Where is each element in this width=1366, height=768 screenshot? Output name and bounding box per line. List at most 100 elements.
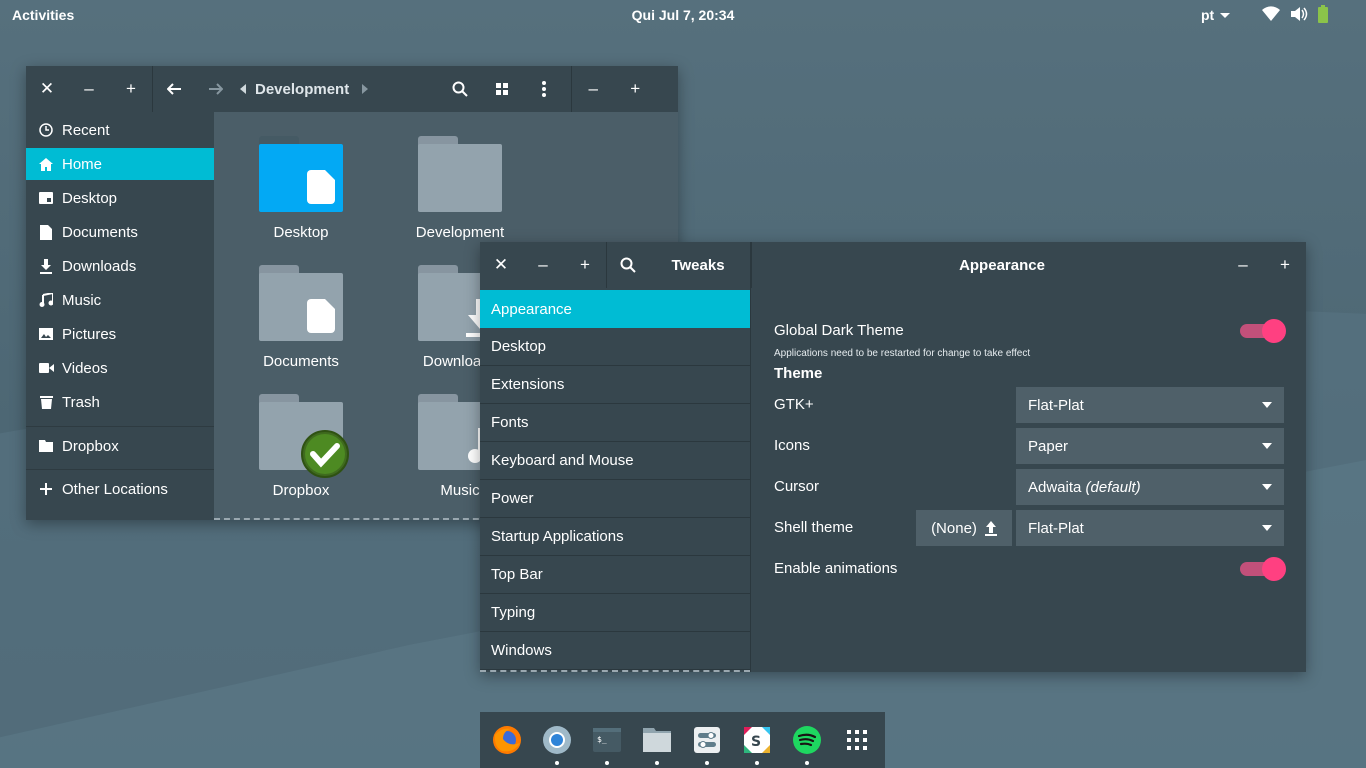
- breadcrumb-prev[interactable]: [237, 84, 249, 94]
- category-top-bar[interactable]: Top Bar: [480, 556, 750, 594]
- sidebar-item-documents[interactable]: Documents: [26, 216, 214, 248]
- minimize-button-2[interactable]: –: [1222, 242, 1264, 288]
- breadcrumb[interactable]: Development: [255, 81, 349, 98]
- global-dark-toggle[interactable]: [1240, 319, 1286, 343]
- files-icon[interactable]: [642, 725, 672, 755]
- files-header-bar: ✕ – + Development – +: [26, 66, 678, 112]
- kebab-menu-icon: [542, 81, 547, 97]
- tweaks-window: ✕ – + Tweaks Appearance – + Appearance D…: [480, 242, 1306, 672]
- minimize-button[interactable]: –: [522, 242, 564, 288]
- tweaks-icon[interactable]: [692, 725, 722, 755]
- close-button[interactable]: ✕: [26, 66, 68, 112]
- clock[interactable]: Qui Jul 7, 20:34: [0, 7, 1366, 23]
- restart-note: Applications need to be restarted for ch…: [774, 348, 1031, 359]
- category-power[interactable]: Power: [480, 480, 750, 518]
- app-grid-icon[interactable]: [842, 725, 872, 755]
- search-button[interactable]: [607, 242, 649, 288]
- category-windows[interactable]: Windows: [480, 632, 750, 670]
- gtk-theme-dropdown[interactable]: Flat-Plat: [1016, 387, 1284, 423]
- clock-icon: [39, 123, 53, 137]
- close-button[interactable]: ✕: [480, 242, 522, 288]
- svg-text:S: S: [751, 734, 761, 750]
- menu-button[interactable]: [523, 66, 565, 112]
- icons-theme-dropdown[interactable]: Paper: [1016, 428, 1284, 464]
- cursor-label: Cursor: [774, 478, 820, 495]
- category-appearance[interactable]: Appearance: [480, 290, 750, 328]
- sidebar-item-other-locations[interactable]: Other Locations: [26, 473, 214, 505]
- sidebar-item-home[interactable]: Home: [26, 148, 214, 180]
- picture-icon: [39, 328, 53, 340]
- triangle-left-icon: [240, 84, 246, 94]
- file-item-dropbox[interactable]: Dropbox: [231, 394, 371, 499]
- chevron-down-icon: [1220, 12, 1231, 18]
- category-startup-applications[interactable]: Startup Applications: [480, 518, 750, 556]
- sidebar-item-trash[interactable]: Trash: [26, 386, 214, 418]
- maximize-button[interactable]: +: [564, 242, 606, 288]
- firefox-icon[interactable]: [492, 725, 522, 755]
- sidebar-item-downloads[interactable]: Downloads: [26, 250, 214, 282]
- document-icon: [40, 224, 52, 240]
- minimize-button[interactable]: –: [68, 66, 110, 112]
- minimize-button-2[interactable]: –: [572, 66, 614, 112]
- file-item-desktop[interactable]: Desktop: [231, 136, 371, 241]
- search-icon: [452, 81, 468, 97]
- slack-icon[interactable]: S: [742, 725, 772, 755]
- file-item-development[interactable]: Development: [390, 136, 530, 241]
- sidebar-item-dropbox[interactable]: Dropbox: [26, 430, 214, 462]
- file-item-label: Documents: [263, 353, 339, 370]
- sidebar-item-videos[interactable]: Videos: [26, 352, 214, 384]
- category-desktop[interactable]: Desktop: [480, 328, 750, 366]
- trash-icon: [39, 396, 53, 409]
- language-label: pt: [1201, 7, 1215, 23]
- sidebar-item-label: Videos: [62, 359, 108, 377]
- running-indicator: [755, 761, 759, 765]
- search-button[interactable]: [439, 66, 481, 112]
- chevron-down-icon: [1262, 525, 1272, 531]
- search-icon: [620, 257, 636, 273]
- check-emblem-icon: [301, 430, 349, 478]
- forward-button[interactable]: [195, 66, 237, 112]
- sidebar-item-label: Music: [62, 291, 102, 309]
- file-item-documents[interactable]: Documents: [231, 265, 371, 370]
- cursor-theme-value: Adwaita: [1028, 478, 1082, 496]
- category-typing[interactable]: Typing: [480, 594, 750, 632]
- sidebar-item-recent[interactable]: Recent: [26, 114, 214, 146]
- desktop-icon: [39, 192, 53, 204]
- category-keyboard-mouse[interactable]: Keyboard and Mouse: [480, 442, 750, 480]
- sidebar-item-music[interactable]: Music: [26, 284, 214, 316]
- sidebar-item-pictures[interactable]: Pictures: [26, 318, 214, 350]
- document-icon: [307, 299, 335, 333]
- maximize-button[interactable]: +: [110, 66, 152, 112]
- chromium-icon[interactable]: [542, 725, 572, 755]
- shell-theme-install-button[interactable]: (None): [916, 510, 1012, 546]
- back-button[interactable]: [153, 66, 195, 112]
- terminal-icon[interactable]: $_: [592, 725, 622, 755]
- shell-theme-none: (None): [931, 519, 977, 537]
- view-grid-button[interactable]: [481, 66, 523, 112]
- category-extensions[interactable]: Extensions: [480, 366, 750, 404]
- rubberband-border: [480, 670, 750, 672]
- animations-label: Enable animations: [774, 560, 898, 577]
- cursor-theme-dropdown[interactable]: Adwaita (default): [1016, 469, 1284, 505]
- system-tray[interactable]: [1262, 5, 1328, 23]
- language-menu[interactable]: pt: [1201, 7, 1231, 23]
- page-title: Appearance: [959, 256, 1045, 274]
- sidebar-item-label: Documents: [62, 223, 138, 241]
- sidebar-item-label: Downloads: [62, 257, 137, 275]
- sidebar-item-label: Home: [62, 155, 103, 173]
- global-dark-label: Global Dark Theme: [774, 322, 904, 339]
- category-fonts[interactable]: Fonts: [480, 404, 750, 442]
- shell-theme-dropdown[interactable]: Flat-Plat: [1016, 510, 1284, 546]
- running-indicator: [555, 761, 559, 765]
- svg-text:$_: $_: [597, 735, 607, 744]
- maximize-button-2[interactable]: +: [614, 66, 656, 112]
- breadcrumb-next[interactable]: [359, 84, 371, 94]
- plus-icon: [40, 483, 52, 495]
- maximize-button-2[interactable]: +: [1264, 242, 1306, 288]
- file-item-label: Dropbox: [272, 482, 330, 499]
- spotify-icon[interactable]: [792, 725, 822, 755]
- sidebar-item-desktop[interactable]: Desktop: [26, 182, 214, 214]
- cursor-default-tag: (default): [1085, 478, 1141, 496]
- gtk-theme-value: Flat-Plat: [1028, 396, 1084, 414]
- animations-toggle[interactable]: [1240, 557, 1286, 581]
